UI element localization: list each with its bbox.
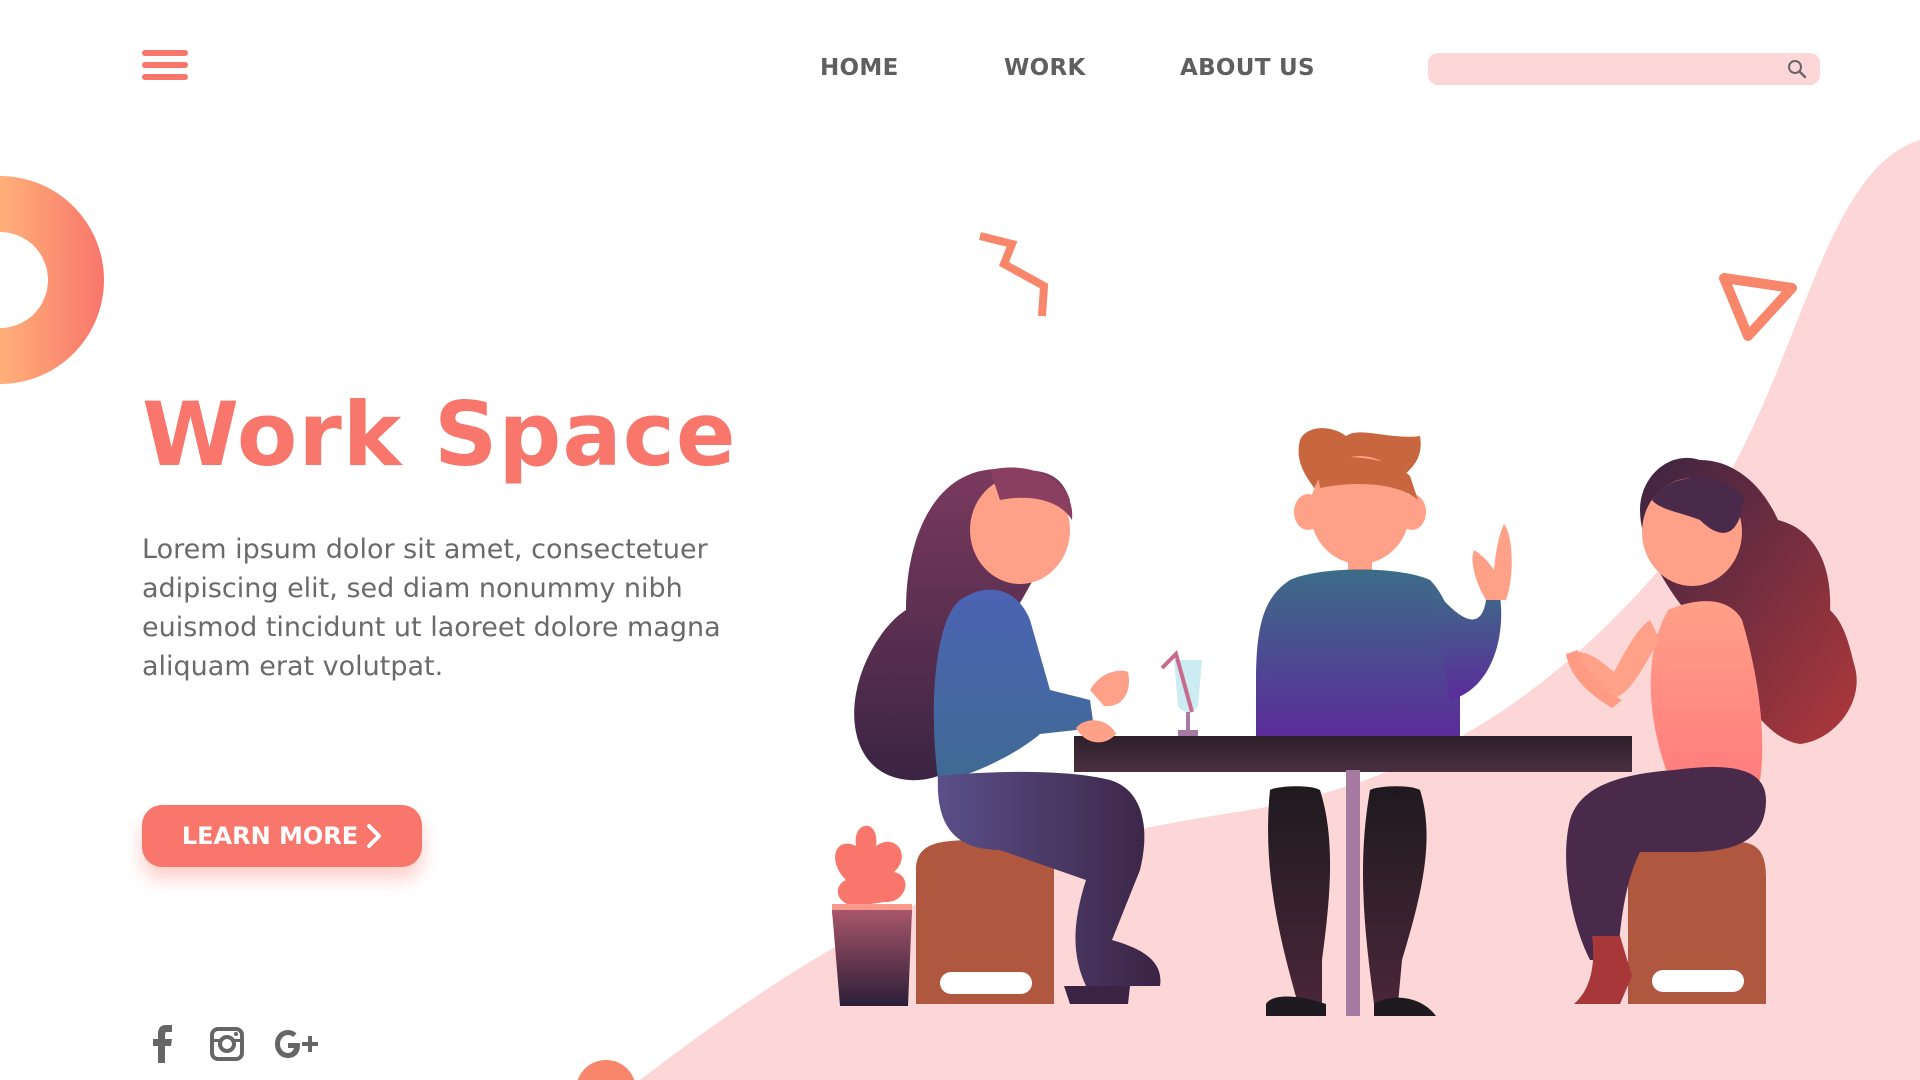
hero-title: Work Space [142,383,737,486]
search-input[interactable] [1442,53,1766,87]
chevron-right-icon [367,824,382,848]
learn-more-label: LEARN MORE [181,822,359,850]
hero-description: Lorem ipsum dolor sit amet, consectetuer… [142,534,721,682]
google-plus-icon[interactable] [274,1024,324,1064]
instagram-icon[interactable] [210,1024,244,1064]
nav-home[interactable]: HOME [820,50,899,86]
search-bar [1428,53,1820,87]
hamburger-menu-icon[interactable] [142,50,188,86]
search-icon[interactable] [1786,58,1808,80]
learn-more-button[interactable]: LEARN MORE [142,805,422,867]
facebook-icon[interactable] [150,1024,176,1064]
nav-about-us[interactable]: ABOUT US [1180,50,1315,86]
nav-work[interactable]: WORK [1004,50,1086,86]
